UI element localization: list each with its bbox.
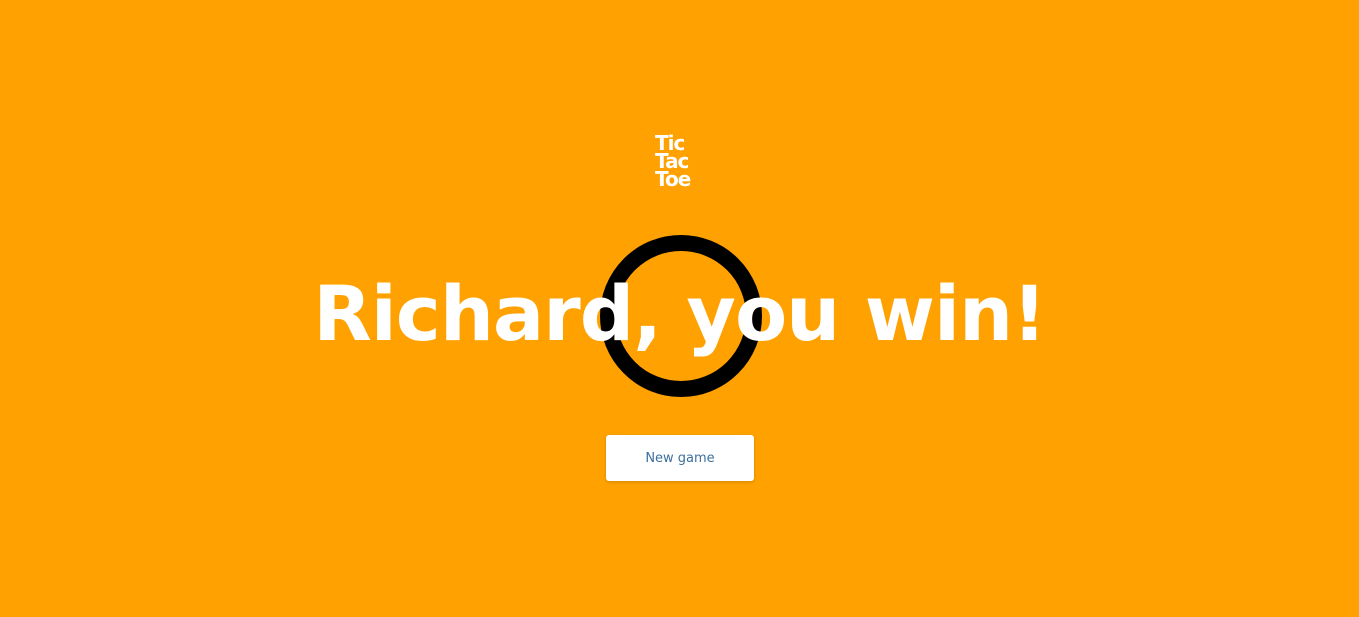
new-game-button[interactable]: New game xyxy=(606,435,754,481)
app-logo: Tic Tac Toe xyxy=(655,133,707,191)
result-headline: Richard, you win! xyxy=(313,269,1047,358)
logo-line-toe: Toe xyxy=(655,167,691,191)
